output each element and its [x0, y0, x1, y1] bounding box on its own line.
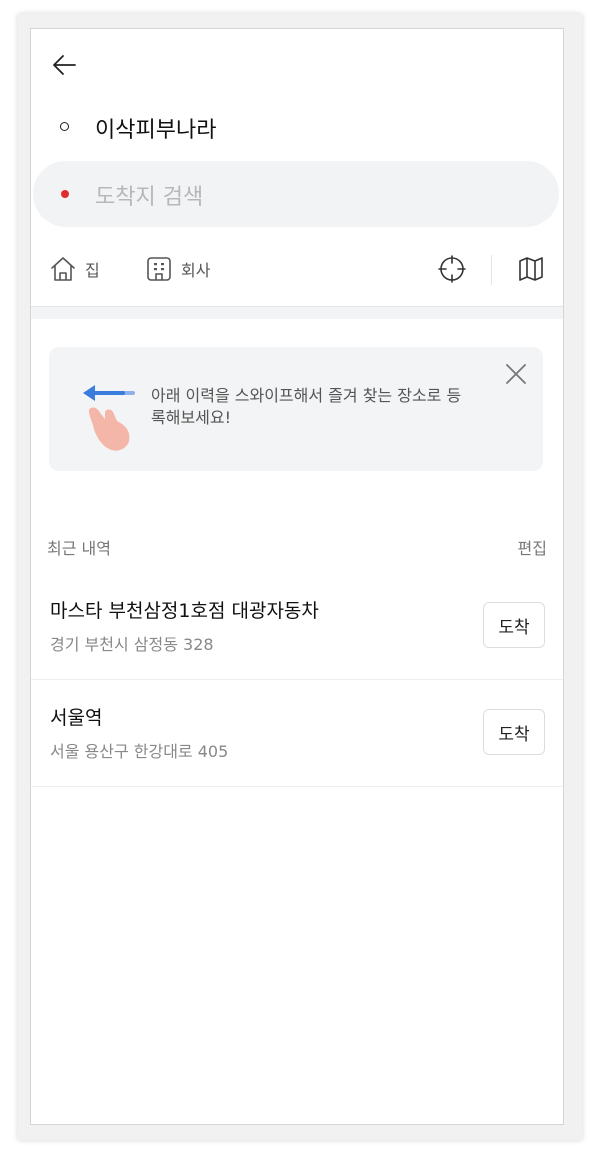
history-item-name: 서울역: [50, 707, 103, 729]
back-button[interactable]: [49, 49, 81, 81]
home-icon: [51, 257, 75, 281]
swipe-tip-text: 아래 이력을 스와이프해서 즐겨 찾는 장소로 등록해보세요!: [151, 386, 462, 427]
origin-field[interactable]: 이삭피부나라: [31, 105, 563, 149]
recent-history-header: 최근 내역 편집: [31, 531, 563, 561]
destination-marker-icon: [61, 190, 69, 198]
home-shortcut-button[interactable]: 집: [49, 247, 100, 291]
edit-history-button[interactable]: 편집: [518, 535, 547, 559]
office-shortcut-button[interactable]: 회사: [145, 247, 210, 291]
recent-history-title: 최근 내역: [47, 539, 111, 558]
home-shortcut-label: 집: [85, 261, 100, 280]
set-destination-button[interactable]: 도착: [483, 709, 545, 755]
building-icon: [147, 257, 171, 281]
history-item[interactable]: 서울역 서울 용산구 한강대로 405 도착: [31, 680, 563, 787]
set-destination-button[interactable]: 도착: [483, 602, 545, 648]
map-view-button[interactable]: [517, 247, 545, 291]
current-location-button[interactable]: [437, 247, 467, 291]
shortcut-bar: 집 회사: [31, 247, 563, 291]
history-item-address: 경기 부천시 삼정동 328: [50, 635, 214, 654]
destination-search-input[interactable]: 도착지 검색: [33, 161, 559, 227]
origin-marker-icon: [60, 122, 69, 131]
swipe-hand-icon: [83, 385, 135, 451]
destination-placeholder: 도착지 검색: [95, 185, 204, 210]
history-item[interactable]: 마스타 부천삼정1호점 대광자동차 경기 부천시 삼정동 328 도착: [31, 573, 563, 680]
arrow-left-icon: [53, 55, 76, 75]
origin-text: 이삭피부나라: [95, 118, 217, 143]
history-item-name: 마스타 부천삼정1호점 대광자동차: [50, 600, 319, 622]
history-item-address: 서울 용산구 한강대로 405: [50, 742, 229, 761]
app-screen: 이삭피부나라 도착지 검색 집 회사 아래 이력을 스와이프해서 즐겨 찾는 장…: [30, 28, 564, 1125]
section-separator: [31, 306, 563, 319]
page-frame: 이삭피부나라 도착지 검색 집 회사 아래 이력을 스와이프해서 즐겨 찾는 장…: [0, 0, 592, 1152]
map-icon: [519, 257, 543, 281]
shortcut-divider: [491, 255, 492, 285]
close-icon: [506, 364, 526, 384]
office-shortcut-label: 회사: [181, 261, 211, 280]
crosshair-icon: [438, 255, 466, 283]
swipe-tip-card: 아래 이력을 스와이프해서 즐겨 찾는 장소로 등록해보세요!: [49, 347, 543, 471]
close-tip-button[interactable]: [503, 361, 529, 387]
